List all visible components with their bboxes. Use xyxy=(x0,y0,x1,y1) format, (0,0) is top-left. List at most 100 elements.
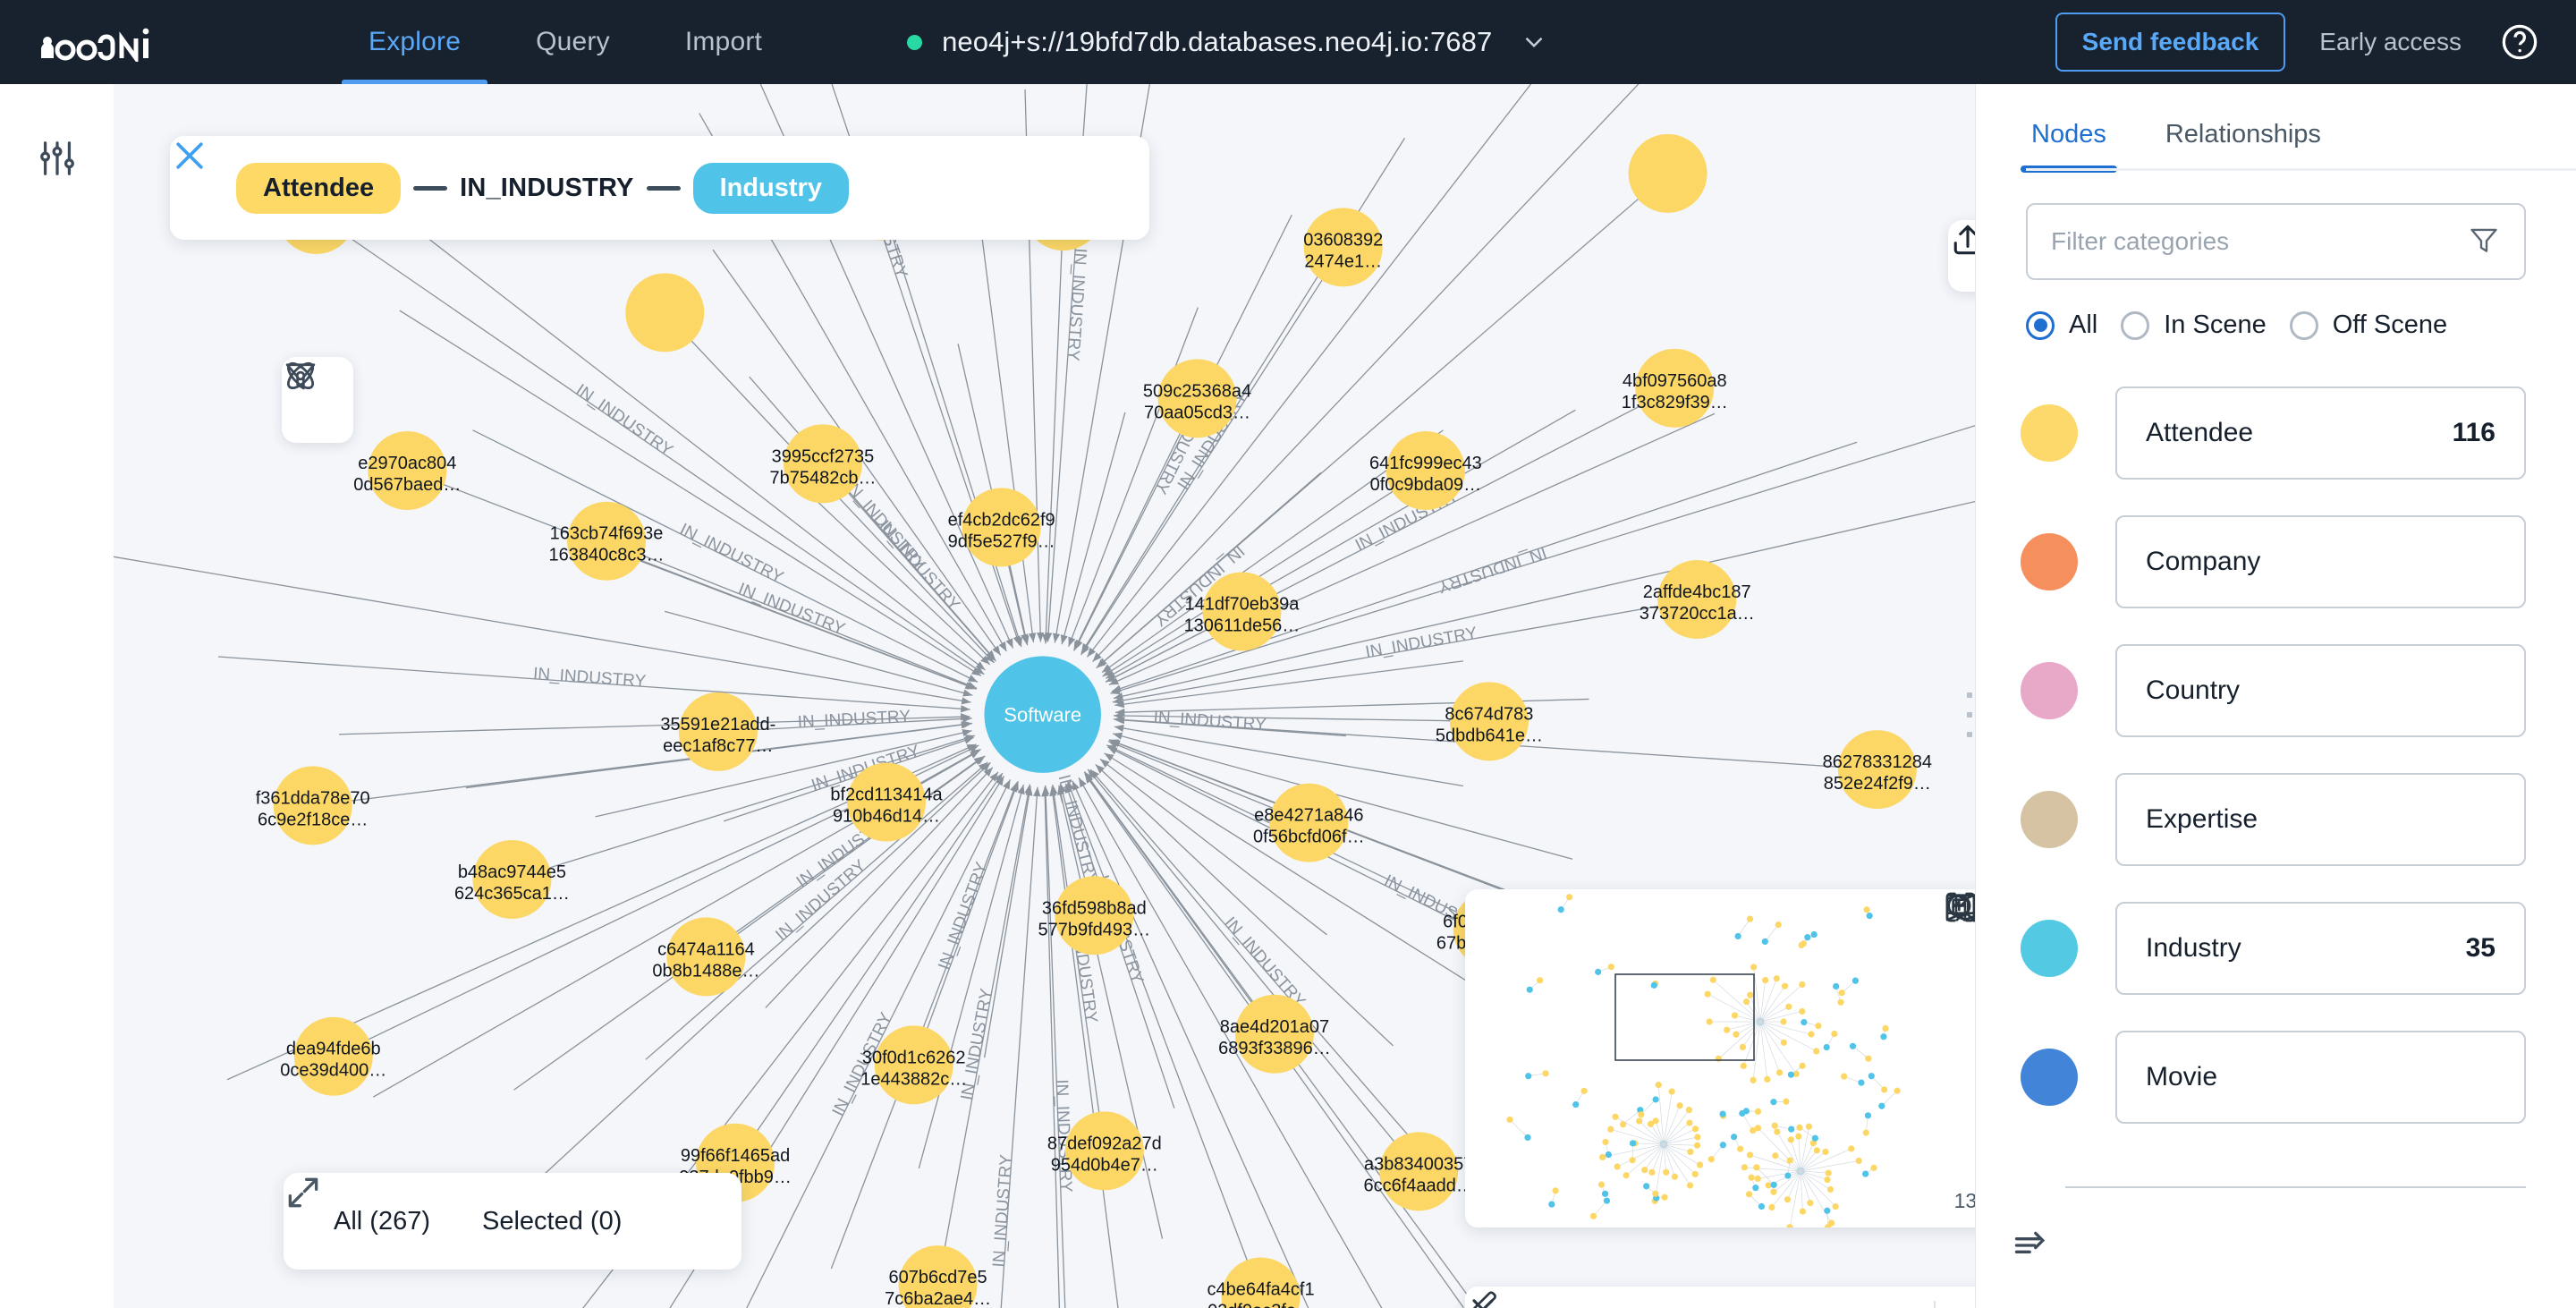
chip-target-label[interactable]: Industry xyxy=(692,162,849,214)
minimap-node-dot xyxy=(1742,998,1750,1006)
graph-node[interactable]: 35591e21add-eec1af8c77… xyxy=(660,692,775,771)
category-item[interactable]: Attendee 116 xyxy=(2115,386,2526,480)
graph-node[interactable]: f361dda78e70 6c9e2f18ce… xyxy=(256,766,370,845)
minimap-node-dot xyxy=(1719,1110,1726,1117)
early-access-label: Early access xyxy=(2319,28,2462,55)
category-item[interactable]: Movie xyxy=(2115,1031,2526,1124)
minimap-node-dot xyxy=(1739,1109,1746,1117)
node-label-line1: 99f66f1465ad xyxy=(681,1146,790,1166)
graph-hub-node[interactable]: Software xyxy=(984,656,1101,773)
selected-count-label[interactable]: Selected (0) xyxy=(482,1207,622,1236)
node-label-line1: 8ae4d201a07 xyxy=(1220,1017,1329,1037)
graph-canvas[interactable]: IN_INDUSTRY IN_INDUSTRY IN_INDUSTRY IN_INDU… xyxy=(114,84,1975,1308)
graph-node[interactable]: a3b83400357 6cc6f4aadd… xyxy=(1363,1132,1474,1211)
node-label-line2: 9df5e527f9… xyxy=(948,531,1055,551)
graph-node[interactable]: b48ac9744e5624c365ca1… xyxy=(454,839,570,919)
minimap-node-dot xyxy=(1865,1055,1872,1062)
graph-edge[interactable] xyxy=(1114,724,1464,787)
filter-funnel-icon[interactable] xyxy=(2467,223,2501,261)
graph-node[interactable] xyxy=(625,273,705,352)
minimap-graph[interactable] xyxy=(1465,889,1943,1227)
category-label: Movie xyxy=(2146,1062,2218,1091)
graph-node[interactable]: 86278331284852e24f2f9… xyxy=(1823,730,1932,810)
category-color-swatch[interactable] xyxy=(2021,404,2078,462)
category-row: Attendee 116 xyxy=(2003,369,2576,497)
nav-item-explore[interactable]: Explore xyxy=(331,0,498,84)
graph-node[interactable]: 036083922474e1… xyxy=(1303,208,1383,287)
node-label-line2: 0f56bcfd06f… xyxy=(1253,828,1365,847)
graph-edge[interactable] xyxy=(919,748,981,785)
graph-node[interactable]: dea94fde6b 0ce39d400… xyxy=(280,1016,386,1096)
relationship-filter-card: Attendee IN_INDUSTRY Industry xyxy=(170,136,1149,240)
graph-node[interactable]: 163cb74f693e 163840c8c3… xyxy=(549,501,665,581)
minimap-node-dot xyxy=(1754,1108,1762,1116)
minimap-node-dot xyxy=(1770,1099,1777,1106)
graph-edge[interactable] xyxy=(1042,248,1063,644)
graph-edge[interactable] xyxy=(1105,628,1209,683)
graph-edge[interactable] xyxy=(918,784,1025,1169)
chip-source-label[interactable]: Attendee xyxy=(236,162,402,214)
chevron-down-icon[interactable] xyxy=(1519,27,1549,57)
sliders-icon[interactable] xyxy=(37,138,78,183)
tab-relationships[interactable]: Relationships xyxy=(2160,104,2326,171)
graph-edge[interactable] xyxy=(399,310,982,676)
minimap-edge xyxy=(1663,1109,1690,1145)
graph-edge[interactable] xyxy=(979,216,1037,643)
panel-resize-handle[interactable] xyxy=(1965,692,1974,737)
filter-categories-box[interactable] xyxy=(2026,203,2526,280)
category-color-swatch[interactable] xyxy=(2021,662,2078,719)
help-icon[interactable] xyxy=(2499,21,2540,63)
category-item[interactable]: Expertise xyxy=(2115,773,2526,866)
graph-node[interactable]: e2970ac804 0d567baed… xyxy=(353,431,461,510)
minimap-node-dot xyxy=(1775,1069,1784,1076)
minimap-node-dot xyxy=(1825,1169,1832,1176)
neo4j-logo[interactable] xyxy=(36,21,197,63)
graph-node[interactable]: 4bf097560a8 1f3c829f39… xyxy=(1622,348,1728,428)
graph-node[interactable]: e8e4271a846 0f56bcfd06f… xyxy=(1253,783,1365,862)
category-color-swatch[interactable] xyxy=(2021,920,2078,977)
minimap-node-dot xyxy=(1557,906,1564,913)
graph-node[interactable]: 2affde4bc187373720cc1a… xyxy=(1640,560,1755,639)
graph-node[interactable] xyxy=(1628,133,1707,213)
graph-node[interactable]: 607b6cd7e5 7c6ba2ae4… xyxy=(885,1245,991,1308)
radio-in-scene[interactable]: In Scene xyxy=(2121,310,2267,340)
close-icon[interactable] xyxy=(176,142,213,197)
node-label-line2: 373720cc1a… xyxy=(1640,604,1755,624)
graph-node[interactable]: 641fc999ec43 0f0c9bda09… xyxy=(1369,431,1482,510)
database-selector[interactable]: neo4j+s://19bfd7db.databases.neo4j.io:76… xyxy=(907,26,1549,58)
tab-nodes[interactable]: Nodes xyxy=(2021,104,2117,173)
filter-categories-input[interactable] xyxy=(2051,227,2467,256)
node-label-line2: 7b75482cb… xyxy=(769,468,876,488)
category-item[interactable]: Industry 35 xyxy=(2115,902,2526,995)
nav-item-import[interactable]: Import xyxy=(648,0,800,84)
export-button[interactable] xyxy=(1948,220,1975,292)
category-color-swatch[interactable] xyxy=(2021,1049,2078,1106)
graph-edge[interactable] xyxy=(892,236,1022,648)
category-color-swatch[interactable] xyxy=(2021,533,2078,590)
category-item[interactable]: Company xyxy=(2115,515,2526,608)
radio-off-scene[interactable]: Off Scene xyxy=(2289,310,2447,340)
radio-all[interactable]: All xyxy=(2026,310,2097,340)
category-color-swatch[interactable] xyxy=(2021,791,2078,848)
minimap-edge xyxy=(1509,1119,1529,1138)
graph-node[interactable]: 8ae4d201a07 6893f33896… xyxy=(1218,994,1331,1074)
graph-node[interactable]: 509c25368a4 70aa05cd3… xyxy=(1143,359,1251,438)
node-label-line1: a3b83400357 xyxy=(1364,1154,1473,1174)
send-feedback-button[interactable]: Send feedback xyxy=(2055,13,2286,72)
category-row: Country xyxy=(2003,626,2576,755)
minimap-node-dot xyxy=(1762,976,1769,984)
graph-edge[interactable] xyxy=(1114,660,1464,709)
layout-divider xyxy=(1934,1301,1936,1308)
graph-node[interactable]: ef4cb2dc62f99df5e527f9… xyxy=(948,488,1055,567)
graph-node[interactable]: 8c674d783 5dbdb641e… xyxy=(1436,682,1543,761)
minimap-node-dot xyxy=(1607,964,1614,971)
graph-edge[interactable] xyxy=(1107,740,1275,810)
minimap-node-dot xyxy=(1740,1062,1747,1069)
category-item[interactable]: Country xyxy=(2115,644,2526,737)
all-count-label[interactable]: All (267) xyxy=(334,1207,430,1236)
edge-label: IN_INDUSTRY xyxy=(935,860,991,973)
graph-node[interactable]: c4be64fa4cf1 02df9ac3fe… xyxy=(1208,1257,1315,1308)
nav-item-query[interactable]: Query xyxy=(498,0,648,84)
collapse-panel-icon[interactable] xyxy=(2012,1226,2051,1265)
minimap-panel[interactable]: 130% xyxy=(1465,889,1975,1227)
